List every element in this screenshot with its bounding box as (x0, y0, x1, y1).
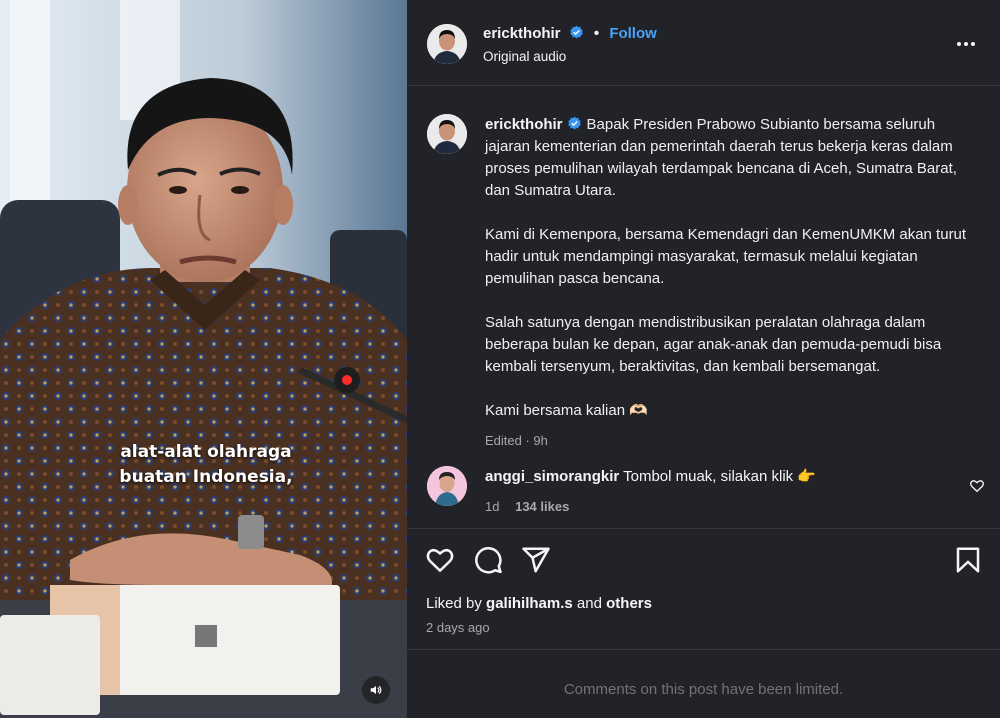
comments-section: erickthohir Bapak Presiden Prabowo Subia… (407, 86, 1000, 529)
caption-line: buatan Indonesia, (119, 467, 293, 487)
bookmark-icon[interactable] (953, 545, 983, 575)
post-caption: erickthohir Bapak Presiden Prabowo Subia… (485, 114, 975, 452)
caption-paragraph: Salah satunya dengan mendistribusikan pe… (485, 314, 942, 375)
comment-username[interactable]: anggi_simorangkir (485, 468, 619, 485)
avatar-image (427, 24, 467, 64)
avatar-image (427, 466, 467, 506)
comment-age: 1d (485, 499, 500, 514)
speaker-icon (370, 685, 382, 695)
liked-by-and: and (572, 595, 607, 612)
commenter-avatar[interactable] (427, 466, 467, 506)
comment-item: anggi_simorangkir Tombol muak, silakan k… (485, 466, 965, 488)
caption-line: alat-alat olahraga (120, 442, 292, 462)
separator-dot: • (593, 25, 600, 42)
caption-username[interactable]: erickthohir (485, 116, 563, 133)
video-caption: alat-alat olahraga buatan Indonesia, (96, 440, 316, 490)
heart-icon[interactable] (969, 478, 985, 494)
heart-icon[interactable] (425, 545, 455, 575)
post-timestamp[interactable]: 2 days ago (426, 620, 490, 635)
avatar[interactable] (427, 24, 467, 64)
liked-by-user-link[interactable]: galihilham.s (486, 595, 573, 612)
comment-icon[interactable] (473, 545, 503, 575)
avatar-image (427, 114, 467, 154)
comments-footer: Comments on this post have been limited. (407, 649, 1000, 718)
caption-paragraph: Kami bersama kalian 🫶🏻 (485, 402, 648, 419)
post-header: erickthohir • Follow Original audio (407, 0, 1000, 86)
reel-video[interactable]: alat-alat olahraga buatan Indonesia, (0, 0, 407, 718)
comment-likes-link[interactable]: 134 likes (515, 499, 569, 514)
edited-timestamp: Edited · 9h (485, 433, 548, 448)
video-frame-image (0, 0, 407, 718)
comment-meta: 1d 134 likes (485, 499, 569, 514)
avatar[interactable] (427, 114, 467, 154)
post-actions: Liked by galihilham.s and others 2 days … (407, 529, 1000, 649)
follow-button[interactable]: Follow (609, 25, 657, 42)
comments-limited-notice: Comments on this post have been limited. (563, 681, 844, 698)
caption-paragraph: Kami di Kemenpora, bersama Kemendagri da… (485, 226, 967, 287)
liked-by-others-link[interactable]: others (606, 595, 652, 612)
verified-badge-icon (569, 25, 583, 39)
liked-by-prefix: Liked by (426, 595, 487, 612)
audio-toggle-button[interactable] (362, 676, 390, 704)
share-icon[interactable] (521, 545, 551, 575)
original-audio-link[interactable]: Original audio (483, 49, 566, 64)
header-user-line: erickthohir • Follow (483, 25, 657, 42)
more-options-icon[interactable] (955, 34, 977, 54)
header-username[interactable]: erickthohir (483, 25, 561, 42)
verified-badge-icon (567, 116, 581, 130)
liked-by-line: Liked by galihilham.s and others (426, 595, 652, 612)
comment-text: Tombol muak, silakan klik 👉 (623, 468, 817, 485)
caption-paragraph: erickthohir Bapak Presiden Prabowo Subia… (485, 114, 975, 202)
post-details-panel: erickthohir • Follow Original audio eric… (407, 0, 1000, 718)
